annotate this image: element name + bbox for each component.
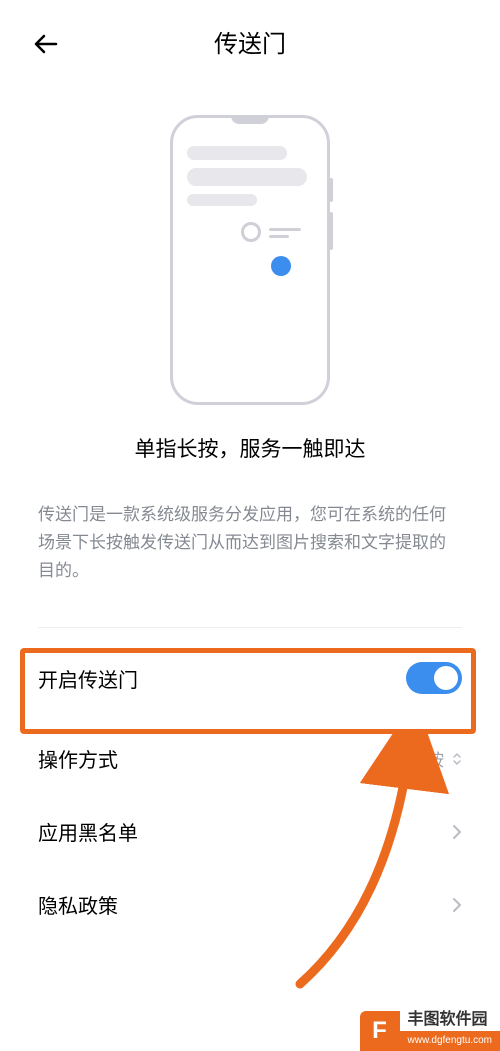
phone-mockup (170, 115, 330, 405)
row-operation-mode[interactable]: 操作方式 单指长按 (0, 722, 500, 795)
watermark-label: 丰图软件园 (400, 1009, 500, 1031)
chevron-right-icon (452, 824, 462, 840)
back-button[interactable] (32, 32, 60, 61)
page-title: 传送门 (18, 24, 482, 59)
row-value: 单指长按 (376, 746, 462, 771)
settings-list: 开启传送门 操作方式 单指长按 应用黑名单 隐私政策 (0, 628, 500, 941)
toggle-enable[interactable] (406, 662, 462, 694)
operation-value: 单指长按 (376, 746, 444, 771)
updown-icon (452, 752, 462, 766)
illustration: 单指长按，服务一触即达 (0, 75, 500, 483)
watermark-url: www.dgfengtu.com (400, 1031, 500, 1051)
row-label: 应用黑名单 (38, 817, 138, 846)
header: 传送门 (0, 0, 500, 75)
illustration-caption: 单指长按，服务一触即达 (135, 433, 366, 463)
row-label: 隐私政策 (38, 890, 118, 919)
row-label: 开启传送门 (38, 664, 138, 693)
row-label: 操作方式 (38, 744, 118, 773)
row-enable-portal[interactable]: 开启传送门 (0, 628, 500, 722)
feature-description: 传送门是一款系统级服务分发应用，您可在系统的任何场景下长按触发传送门从而达到图片… (0, 483, 500, 585)
row-app-blacklist[interactable]: 应用黑名单 (0, 795, 500, 868)
row-privacy-policy[interactable]: 隐私政策 (0, 868, 500, 941)
chevron-right-icon (452, 897, 462, 913)
watermark-icon: F (360, 1011, 400, 1051)
watermark: F 丰图软件园 www.dgfengtu.com (360, 1009, 500, 1051)
